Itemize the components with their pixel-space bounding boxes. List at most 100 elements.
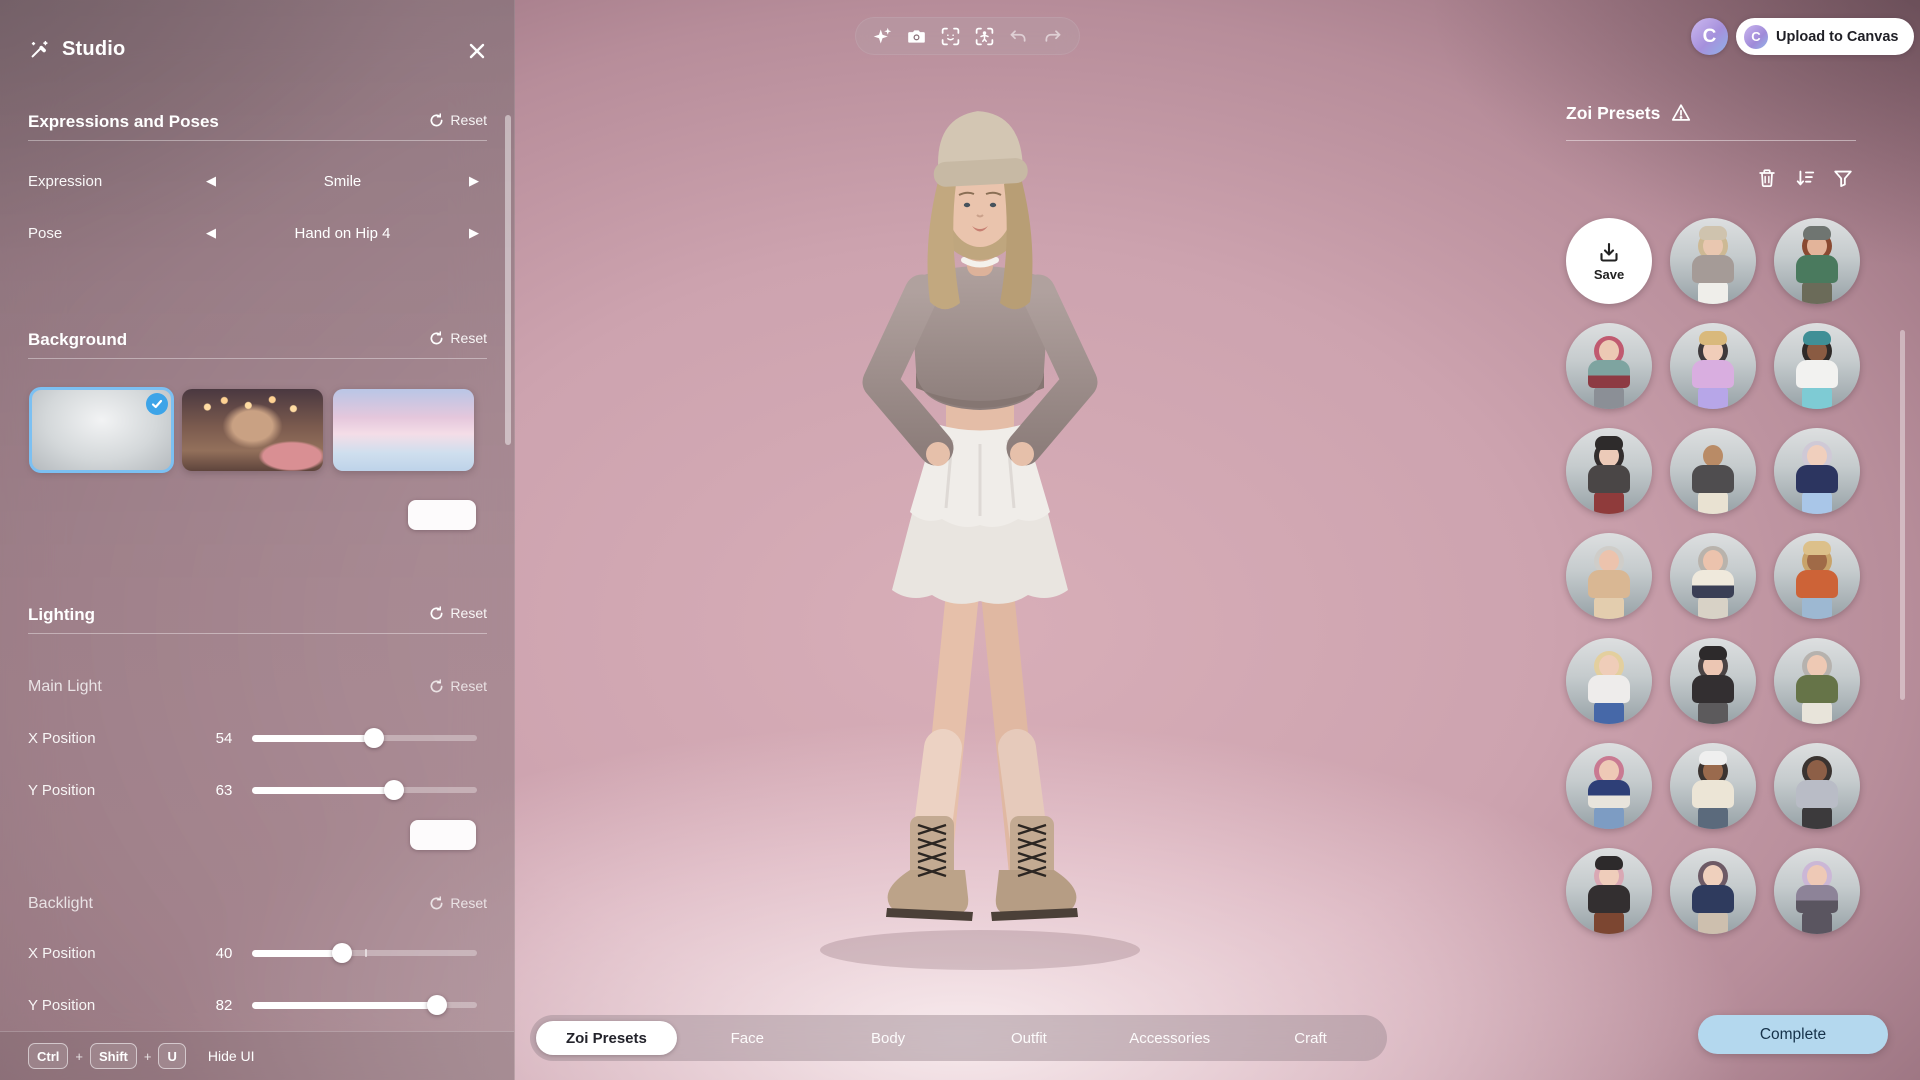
slider-row-x-position: X Position54 <box>28 723 477 753</box>
hide-ui-label: Hide UI <box>208 1048 255 1064</box>
presets-scrollbar[interactable] <box>1900 330 1905 700</box>
section-title-lighting: Lighting <box>28 605 95 625</box>
panel-scrollbar[interactable] <box>505 115 511 445</box>
preset-tools <box>1566 165 1856 191</box>
presets-header: Zoi Presets <box>1566 102 1692 124</box>
character-figure <box>730 88 1230 988</box>
canvas-app-icon[interactable]: C <box>1691 18 1728 55</box>
slider-value: 40 <box>196 945 252 962</box>
preset-8-silver-pigtails-navy[interactable] <box>1774 428 1860 514</box>
expression-value: Smile <box>224 173 461 190</box>
tab-face[interactable]: Face <box>677 1021 818 1055</box>
slider-value: 63 <box>196 782 252 799</box>
preset-7-shaved-head-sunglasses[interactable] <box>1670 428 1756 514</box>
preset-16-white-headphones-cream[interactable] <box>1670 743 1756 829</box>
preset-10-cream-and-navy[interactable] <box>1670 533 1756 619</box>
camera-icon[interactable] <box>906 26 927 47</box>
key-ctrl: Ctrl <box>28 1043 68 1069</box>
pose-next-icon[interactable]: ▶ <box>461 220 487 246</box>
slider-label: X Position <box>28 945 196 962</box>
reset-main-light-button[interactable]: Reset <box>429 678 487 694</box>
panel-title: Studio <box>62 38 125 61</box>
magic-wand-icon <box>28 39 50 61</box>
background-thumbnail-room[interactable] <box>182 389 323 471</box>
preset-14-gray-hair-olive[interactable] <box>1774 638 1860 724</box>
reset-background-button[interactable]: Reset <box>429 330 487 346</box>
preset-1-beige-beanie-gray[interactable] <box>1670 218 1756 304</box>
slider-handle[interactable] <box>364 728 384 748</box>
background-thumbnail-studio[interactable] <box>31 389 172 471</box>
reset-lighting-button[interactable]: Reset <box>429 605 487 621</box>
preset-11-straw-hat-sunglasses[interactable] <box>1774 533 1860 619</box>
complete-button[interactable]: Complete <box>1698 1015 1888 1054</box>
preset-17-dark-curls-silver[interactable] <box>1774 743 1860 829</box>
expression-next-icon[interactable]: ▶ <box>461 168 487 194</box>
preset-12-blonde-curls-white[interactable] <box>1566 638 1652 724</box>
pose-row: Pose ◀ Hand on Hip 4 ▶ <box>28 218 487 248</box>
undo-icon <box>1008 26 1029 47</box>
slider-value: 54 <box>196 730 252 747</box>
slider-row-y-position: Y Position82 <box>28 990 477 1020</box>
slider-handle[interactable] <box>384 780 404 800</box>
preset-grid: Save <box>1566 218 1860 934</box>
slider-value: 82 <box>196 997 252 1014</box>
tab-outfit[interactable]: Outfit <box>958 1021 1099 1055</box>
upload-to-canvas-button[interactable]: C Upload to Canvas <box>1736 18 1914 55</box>
expression-prev-icon[interactable]: ◀ <box>198 168 224 194</box>
preset-4-straw-hat-lavender[interactable] <box>1670 323 1756 409</box>
redo-icon <box>1042 26 1063 47</box>
slider-handle[interactable] <box>332 943 352 963</box>
slider-track[interactable] <box>252 938 477 968</box>
key-shift: Shift <box>90 1043 137 1069</box>
pose-prev-icon[interactable]: ◀ <box>198 220 224 246</box>
trash-icon[interactable] <box>1754 165 1780 191</box>
ai-sparkle-icon[interactable] <box>872 26 893 47</box>
slider-handle[interactable] <box>427 995 447 1015</box>
filter-icon[interactable] <box>1830 165 1856 191</box>
preset-13-black-beret-black[interactable] <box>1670 638 1756 724</box>
background-color-swatch[interactable] <box>408 500 476 530</box>
reset-expressions-button[interactable]: Reset <box>429 112 487 128</box>
preset-5-teal-beanie-white[interactable] <box>1774 323 1860 409</box>
main-light-title: Main Light <box>28 678 102 696</box>
preset-19-purple-bob-oversized[interactable] <box>1670 848 1756 934</box>
tab-accessories[interactable]: Accessories <box>1099 1021 1240 1055</box>
character-model[interactable] <box>730 88 1230 988</box>
slider-label: Y Position <box>28 782 196 799</box>
close-icon[interactable] <box>462 36 492 66</box>
slider-track[interactable] <box>252 990 477 1020</box>
preset-6-black-cap-dark[interactable] <box>1566 428 1652 514</box>
preset-15-pink-hair-navy[interactable] <box>1566 743 1652 829</box>
main-light-color-swatch[interactable] <box>410 820 476 850</box>
key-u: U <box>158 1043 185 1069</box>
preset-3-pink-hair-teal[interactable] <box>1566 323 1652 409</box>
canvas-logo-glyph: C <box>1703 26 1717 48</box>
expression-row: Expression ◀ Smile ▶ <box>28 166 487 196</box>
tab-body[interactable]: Body <box>818 1021 959 1055</box>
preset-2-gray-cap-green[interactable] <box>1774 218 1860 304</box>
studio-panel: Studio Expressions and Poses Reset Expre… <box>0 0 515 1080</box>
preset-18-black-cap-black[interactable] <box>1566 848 1652 934</box>
slider-row-y-position: Y Position63 <box>28 775 477 805</box>
reset-backlight-button[interactable]: Reset <box>429 895 487 911</box>
tab-zoi-presets[interactable]: Zoi Presets <box>536 1021 677 1055</box>
hotkey-bar: Ctrl + Shift + U Hide UI <box>0 1031 514 1080</box>
slider-track[interactable] <box>252 775 477 805</box>
tab-craft[interactable]: Craft <box>1240 1021 1381 1055</box>
presets-title: Zoi Presets <box>1566 103 1660 124</box>
preset-9-silver-hair-tan[interactable] <box>1566 533 1652 619</box>
slider-row-x-position: X Position40 <box>28 938 477 968</box>
section-title-expressions: Expressions and Poses <box>28 112 219 132</box>
save-label: Save <box>1594 267 1624 282</box>
preset-20-lavender-hair-sunglasses[interactable] <box>1774 848 1860 934</box>
save-preset-button[interactable]: Save <box>1566 218 1652 304</box>
category-tab-bar: Zoi PresetsFaceBodyOutfitAccessoriesCraf… <box>530 1015 1387 1061</box>
body-capture-icon[interactable] <box>974 26 995 47</box>
face-capture-icon[interactable] <box>940 26 961 47</box>
backlight-title: Backlight <box>28 895 93 913</box>
sort-icon[interactable] <box>1792 165 1818 191</box>
warning-icon[interactable] <box>1670 102 1692 124</box>
slider-track[interactable] <box>252 723 477 753</box>
background-thumbnail-sky[interactable] <box>333 389 474 471</box>
download-icon <box>1597 240 1621 264</box>
